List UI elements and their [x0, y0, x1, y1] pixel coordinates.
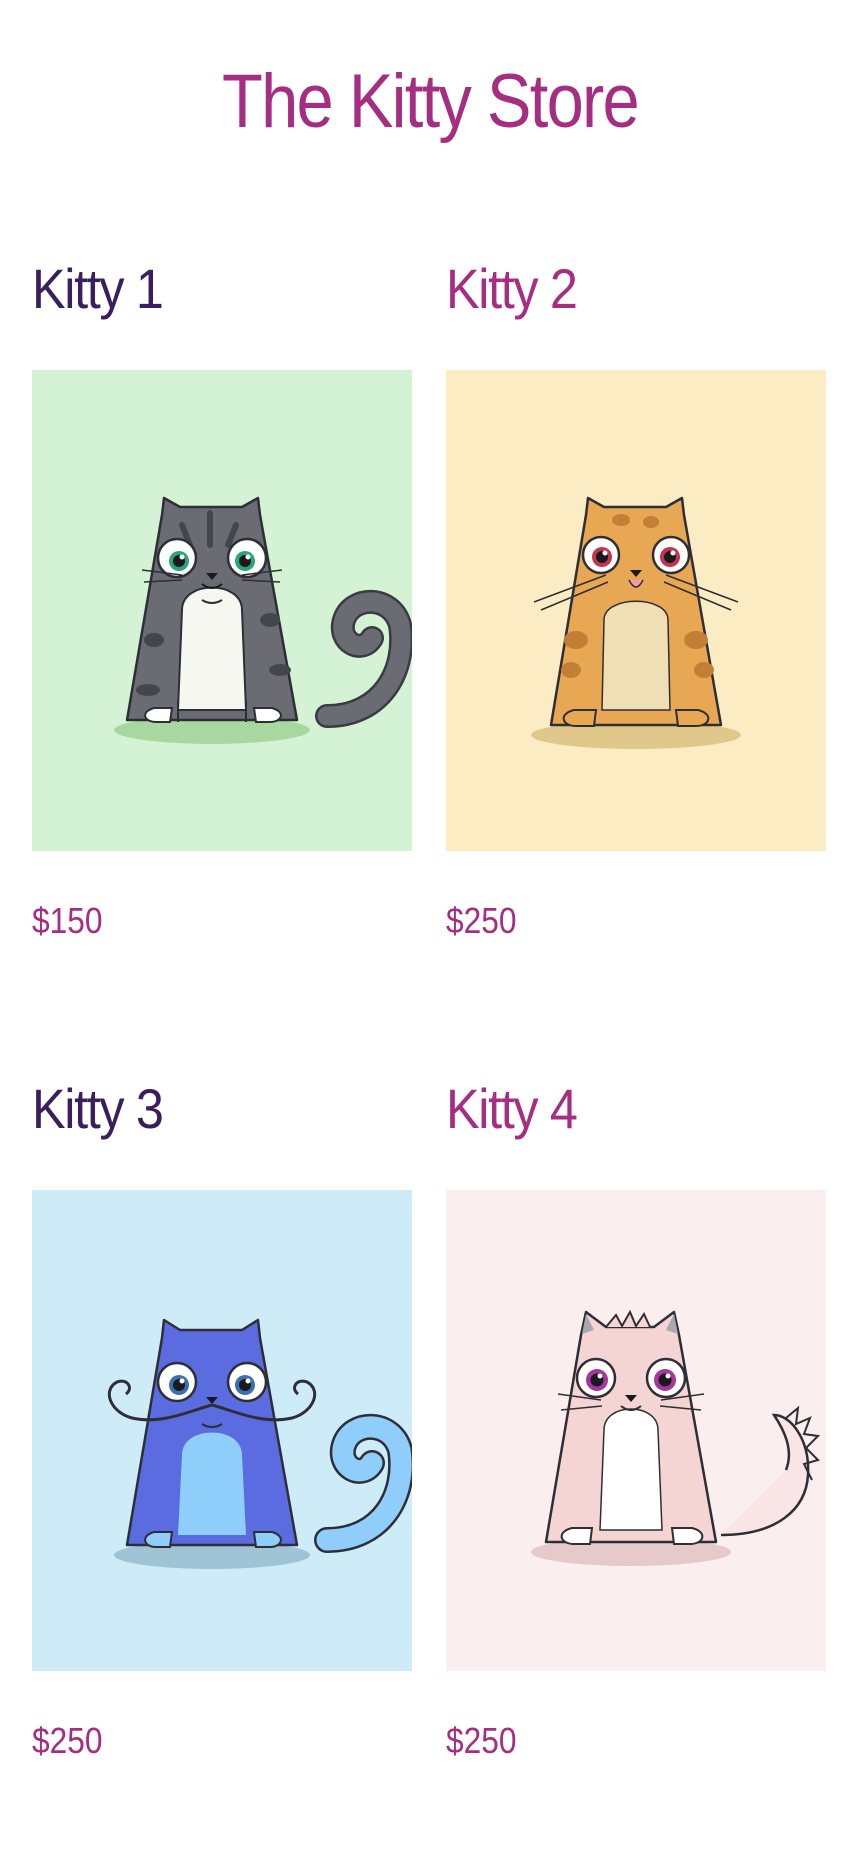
kitty-image[interactable]: [32, 370, 412, 851]
kitty-card-2[interactable]: Kitty 2 $250: [446, 257, 826, 941]
gray-tabby-cat-icon: [114, 496, 412, 744]
kitty-price: $250: [446, 900, 517, 941]
kitty-card-3[interactable]: Kitty 3 $250: [32, 1077, 412, 1761]
kitty-price: $150: [32, 900, 103, 941]
kitty-price: $250: [32, 1720, 103, 1761]
blue-mustache-cat-icon: [107, 1318, 412, 1569]
page-title: The Kitty Store: [222, 59, 640, 144]
kitty-name: Kitty 2: [446, 257, 578, 320]
kitty-card-1[interactable]: Kitty 1 $150: [32, 257, 412, 941]
pink-fluffy-cat-icon: [531, 1309, 821, 1566]
kitty-name: Kitty 3: [32, 1077, 164, 1140]
kitty-image[interactable]: [32, 1190, 412, 1671]
kitty-card-4[interactable]: Kitty 4 $250: [446, 1077, 826, 1761]
kitty-image[interactable]: [446, 1190, 826, 1671]
kitty-name: Kitty 4: [446, 1077, 578, 1140]
kitty-image[interactable]: [446, 370, 826, 851]
orange-spotted-cat-icon: [531, 496, 741, 749]
kitty-store-page: The Kitty Store Kitty 1 $150 Kitty 2 $25…: [0, 0, 860, 1864]
kitty-price: $250: [446, 1720, 517, 1761]
kitty-name: Kitty 1: [32, 257, 164, 320]
